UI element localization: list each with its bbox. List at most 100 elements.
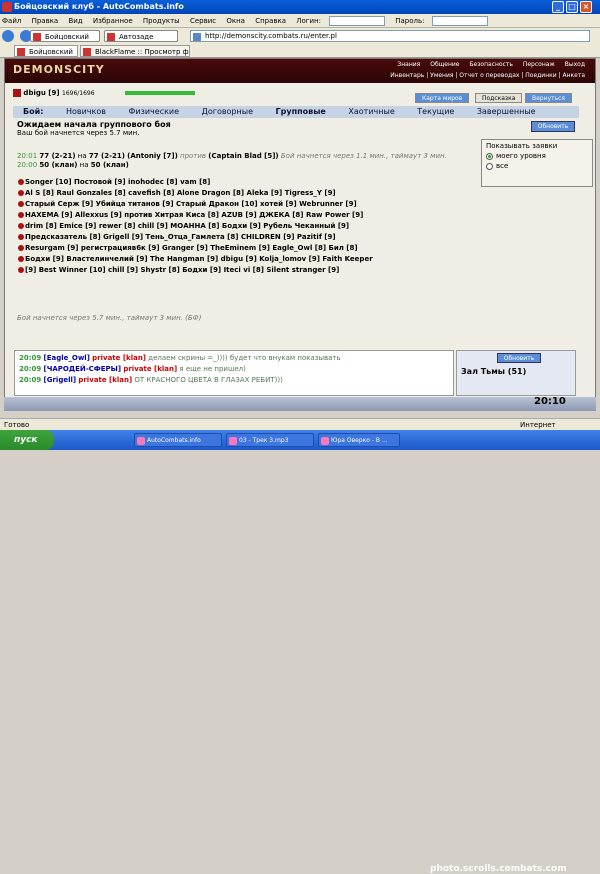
menu-exit[interactable]: Выход (565, 61, 585, 68)
tab-group[interactable]: Групповые (266, 106, 336, 118)
team-line: [9] Best Winner [10] chill [9] Shystr [8… (17, 265, 577, 276)
chat-toolbar (4, 397, 596, 411)
status-bar: Готово Интернет (0, 418, 600, 430)
tab-current[interactable]: Текущие (407, 106, 464, 118)
menu-knowledge[interactable]: Знания (397, 61, 420, 68)
login-label: Логин: (296, 17, 321, 25)
browser-icon (137, 437, 145, 445)
site-header: DEMONSCITY Знания Общение Безопасность П… (5, 59, 595, 83)
tab-icon (17, 48, 25, 56)
team-line: drim [8] Emice [9] rewer [8] chill [9] М… (17, 221, 577, 232)
tab-physical[interactable]: Физические (119, 106, 190, 118)
clan-icon (18, 190, 24, 196)
app-icon (2, 2, 12, 12)
menu-security[interactable]: Безопасность (469, 61, 513, 68)
teams-list: Songer [10] Постовой [9] inohodec [8] va… (17, 177, 577, 276)
battle-tabs-label: Бой: (23, 107, 44, 116)
tab-forum[interactable]: BlackFlame :: Просмотр форума... (80, 45, 190, 57)
minimize-button[interactable]: _ (552, 1, 564, 13)
tab-icon (83, 48, 91, 56)
back-arrow-icon[interactable] (2, 30, 14, 42)
task-doc[interactable]: Юра Оверко - В ... (318, 433, 400, 447)
team-line: Предсказатель [8] Grigell [9] Тень_Отца_… (17, 232, 577, 243)
battle-list: 20:01 77 (2-21) на 77 (2-21) (Antoniy [7… (17, 152, 477, 170)
tab-fightclub[interactable]: Бойцовский клуб (14, 45, 78, 68)
menu-favorites[interactable]: Избранное (93, 17, 133, 25)
tab-arranged[interactable]: Договорные (192, 106, 263, 118)
clan-icon (18, 223, 24, 229)
clan-icon (18, 212, 24, 218)
tab-finished[interactable]: Завершенные (467, 106, 546, 118)
combats-icon (33, 33, 41, 41)
tab-combats[interactable]: Бойцовский клуб (30, 30, 100, 53)
menu-character[interactable]: Персонаж (523, 61, 555, 68)
menu-view[interactable]: Вид (68, 17, 82, 25)
chat-message: 20:09 [ЧАРОДЕЙ-СФЕРЫ] private [klan] я е… (19, 365, 246, 373)
clan-icon (18, 179, 24, 185)
refresh-button[interactable]: Обновить (531, 121, 575, 132)
battle-row[interactable]: 20:00 50 (клан) на 50 (клан) (17, 161, 477, 170)
browser-toolbar: Бойцовский клуб Автозаде http://demonsci… (0, 28, 600, 53)
team-line: Al S [8] Raul Gonzales [8] cavefish [8] … (17, 188, 577, 199)
menu-file[interactable]: Файл (2, 17, 21, 25)
clan-icon (13, 89, 21, 97)
option-my-level[interactable]: моего уровня (486, 152, 588, 160)
menu-products[interactable]: Продукты (143, 17, 180, 25)
radio-icon[interactable] (486, 152, 493, 160)
close-button[interactable]: × (580, 1, 592, 13)
show-requests-title: Показывать заявки (486, 142, 558, 150)
hp-bar-fill (125, 91, 195, 95)
maximize-button[interactable]: □ (566, 1, 578, 13)
menu-edit[interactable]: Правка (32, 17, 59, 25)
sub-menu[interactable]: Инвентарь | Умения | Отчет о переводах |… (390, 72, 585, 79)
user-name[interactable]: dbigu [9] (21, 89, 59, 97)
clan-icon (18, 256, 24, 262)
chat-message: 20:09 [Grigell] private [klan] ОТ КРАСНО… (19, 376, 283, 384)
chat-message: 20:09 [Eagle_Owl] private [klan] делаем … (19, 354, 341, 362)
taskbar: пуск AutoCombats.info 03 - Трек 3.mp3 Юр… (0, 430, 600, 874)
top-menu: Знания Общение Безопасность Персонаж Вых… (389, 61, 585, 68)
clan-icon (18, 245, 24, 251)
menu-windows[interactable]: Окна (226, 17, 245, 25)
waiting-heading: Ожидаем начала группового боя (17, 120, 171, 129)
battle-footer-note: Бой начнется через 5.7 мин., таймаут 3 м… (17, 314, 202, 322)
clan-icon (18, 234, 24, 240)
password-label: Пароль: (395, 17, 425, 25)
room-name: Зал Тьмы (51) (461, 367, 527, 376)
room-panel: Обновить Зал Тьмы (51) (456, 350, 576, 396)
team-line: Resurgam [9] регистрацияв6к [9] Granger … (17, 243, 577, 254)
team-line: Бодхи [9] Властелинчелий [9] The Hangman… (17, 254, 577, 265)
user-line: dbigu [9] 1696/1696 (13, 89, 95, 97)
menu-social[interactable]: Общение (430, 61, 459, 68)
room-refresh-button[interactable]: Обновить (497, 353, 541, 363)
player-icon (229, 437, 237, 445)
world-map-button[interactable]: Карта миров (415, 93, 470, 103)
clan-icon (18, 201, 24, 207)
start-timer-text: Ваш бой начнется через 5.7 мин. (17, 129, 140, 137)
address-bar[interactable]: http://demonscity.combats.ru/enter.pl (190, 30, 590, 42)
hint-button[interactable]: Подсказка (475, 93, 523, 103)
page-icon (193, 33, 201, 41)
task-autocombats[interactable]: AutoCombats.info (134, 433, 222, 447)
doc-icon (321, 437, 329, 445)
status-text: Готово (4, 421, 30, 429)
menu-tools[interactable]: Сервис (190, 17, 216, 25)
menu-help[interactable]: Справка (255, 17, 286, 25)
task-player[interactable]: 03 - Трек 3.mp3 (226, 433, 314, 447)
window-titlebar: Бойцовский клуб - AutoCombats.info _ □ × (0, 0, 600, 14)
autofill-button[interactable]: Автозаде (104, 30, 178, 42)
autofill-icon (107, 33, 115, 41)
radio-icon[interactable] (486, 162, 493, 170)
start-button[interactable]: пуск (0, 430, 54, 450)
tab-novice[interactable]: Новичков (56, 106, 116, 118)
battle-row[interactable]: 20:01 77 (2-21) на 77 (2-21) (Antoniy [7… (17, 152, 477, 161)
password-input[interactable] (432, 16, 489, 26)
address-text: http://demonscity.combats.ru/enter.pl (205, 32, 337, 40)
tab-chaotic[interactable]: Хаотичные (338, 106, 404, 118)
team-line: Songer [10] Постовой [9] inohodec [8] va… (17, 177, 577, 188)
team-line: НАХЕМА [9] Allexxus [9] против Хитрая Ки… (17, 210, 577, 221)
game-clock: 20:10 (534, 396, 566, 407)
back-button[interactable]: Вернуться (525, 93, 573, 103)
login-input[interactable] (328, 16, 385, 26)
option-all[interactable]: все (486, 162, 588, 170)
